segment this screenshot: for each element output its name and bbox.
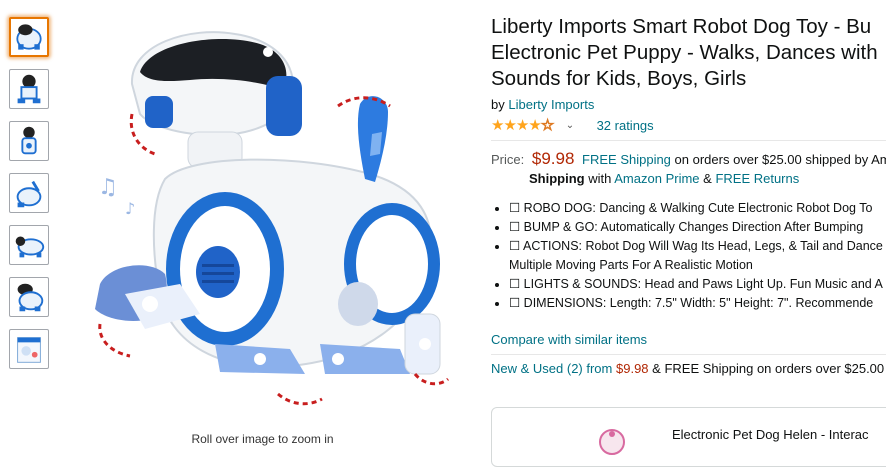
free-returns-link[interactable]: FREE Returns bbox=[715, 171, 799, 186]
bullet-text: ☐ BUMP & GO: Automatically Changes Direc… bbox=[509, 220, 864, 234]
byline: by Liberty Imports bbox=[491, 97, 594, 112]
feature-bullet: ☐ DIMENSIONS: Length: 7.5" Width: 5" Hei… bbox=[509, 294, 886, 313]
shipping-bold: Shipping bbox=[529, 171, 585, 186]
ratings-count-link[interactable]: 32 ratings bbox=[597, 118, 654, 133]
with-text: with bbox=[588, 171, 612, 186]
amp-text: & bbox=[703, 171, 712, 186]
bullet-text: ☐ ROBO DOG: Dancing & Walking Cute Elect… bbox=[509, 201, 873, 215]
shipping-row: Shipping with Amazon Prime & FREE Return… bbox=[529, 171, 799, 186]
thumbnail-2[interactable] bbox=[9, 69, 49, 109]
product-main-image[interactable]: ♫ ♪ bbox=[70, 14, 455, 409]
star-full-icon: ★ bbox=[491, 117, 504, 134]
rating-row: ★★★★☆ ⌄ 32 ratings bbox=[491, 116, 654, 135]
thumbnail-4[interactable] bbox=[9, 173, 49, 213]
prime-link[interactable]: Amazon Prime bbox=[614, 171, 699, 186]
price-label: Price: bbox=[491, 152, 525, 167]
sponsored-product-image bbox=[599, 429, 625, 455]
thumbnail-3[interactable] bbox=[9, 121, 49, 161]
star-full-icon: ★ bbox=[503, 117, 516, 134]
price-value: $9.98 bbox=[531, 149, 575, 168]
new-used-link[interactable]: New & Used (2) from bbox=[491, 361, 612, 376]
star-full-icon: ★ bbox=[528, 117, 541, 134]
bullet-continuation: Multiple Moving Parts For A Realistic Mo… bbox=[509, 258, 753, 272]
shipping-text: on orders over $25.00 shipped by Am bbox=[674, 152, 886, 167]
feature-bullet: ☐ ACTIONS: Robot Dog Will Wag Its Head, … bbox=[509, 237, 886, 275]
thumbnail-strip bbox=[9, 17, 53, 381]
chevron-down-icon[interactable]: ⌄ bbox=[566, 120, 574, 131]
thumbnail-1[interactable] bbox=[9, 17, 49, 57]
thumbnail-5[interactable] bbox=[9, 225, 49, 265]
by-prefix: by bbox=[491, 97, 505, 112]
price-row: Price: $9.98 FREE Shipping on orders ove… bbox=[491, 149, 886, 169]
feature-bullet: ☐ ROBO DOG: Dancing & Walking Cute Elect… bbox=[509, 199, 886, 218]
bullet-text: ☐ ACTIONS: Robot Dog Will Wag Its Head, … bbox=[509, 239, 883, 253]
brand-link[interactable]: Liberty Imports bbox=[508, 97, 594, 112]
feature-bullets: ☐ ROBO DOG: Dancing & Walking Cute Elect… bbox=[491, 199, 886, 313]
sponsored-product-card[interactable]: Electronic Pet Dog Helen - Interac bbox=[491, 407, 886, 467]
title-line: Sounds for Kids, Boys, Girls bbox=[491, 67, 747, 90]
new-used-row: New & Used (2) from $9.98 & FREE Shippin… bbox=[491, 361, 884, 376]
sponsored-product-title[interactable]: Electronic Pet Dog Helen - Interac bbox=[672, 427, 869, 442]
feature-bullet: ☐ BUMP & GO: Automatically Changes Direc… bbox=[509, 218, 886, 237]
thumbnail-7[interactable] bbox=[9, 329, 49, 369]
bullet-text: ☐ DIMENSIONS: Length: 7.5" Width: 5" Hei… bbox=[509, 296, 874, 310]
svg-text:♪: ♪ bbox=[125, 199, 135, 218]
thumbnail-6[interactable] bbox=[9, 277, 49, 317]
svg-text:♫: ♫ bbox=[98, 175, 118, 200]
title-line: Electronic Pet Puppy - Walks, Dances wit… bbox=[491, 41, 878, 64]
star-full-icon: ★ bbox=[515, 117, 529, 134]
divider bbox=[491, 140, 886, 141]
zoom-hint: Roll over image to zoom in bbox=[191, 432, 334, 446]
free-shipping-link[interactable]: FREE Shipping bbox=[582, 152, 671, 167]
divider bbox=[491, 354, 886, 355]
star-rating[interactable]: ★★★★☆ bbox=[491, 116, 555, 135]
feature-bullet: ☐ LIGHTS & SOUNDS: Head and Paws Light U… bbox=[509, 275, 886, 294]
new-used-shipping: & FREE Shipping on orders over $25.00 bbox=[652, 361, 885, 376]
product-title: Liberty Imports Smart Robot Dog Toy - Bu… bbox=[491, 14, 886, 92]
compare-similar-link[interactable]: Compare with similar items bbox=[491, 332, 647, 347]
title-line: Liberty Imports Smart Robot Dog Toy - Bu bbox=[491, 15, 872, 38]
star-empty-icon: ☆ bbox=[540, 117, 555, 135]
bullet-text: ☐ LIGHTS & SOUNDS: Head and Paws Light U… bbox=[509, 277, 883, 291]
new-used-price: $9.98 bbox=[616, 361, 649, 376]
